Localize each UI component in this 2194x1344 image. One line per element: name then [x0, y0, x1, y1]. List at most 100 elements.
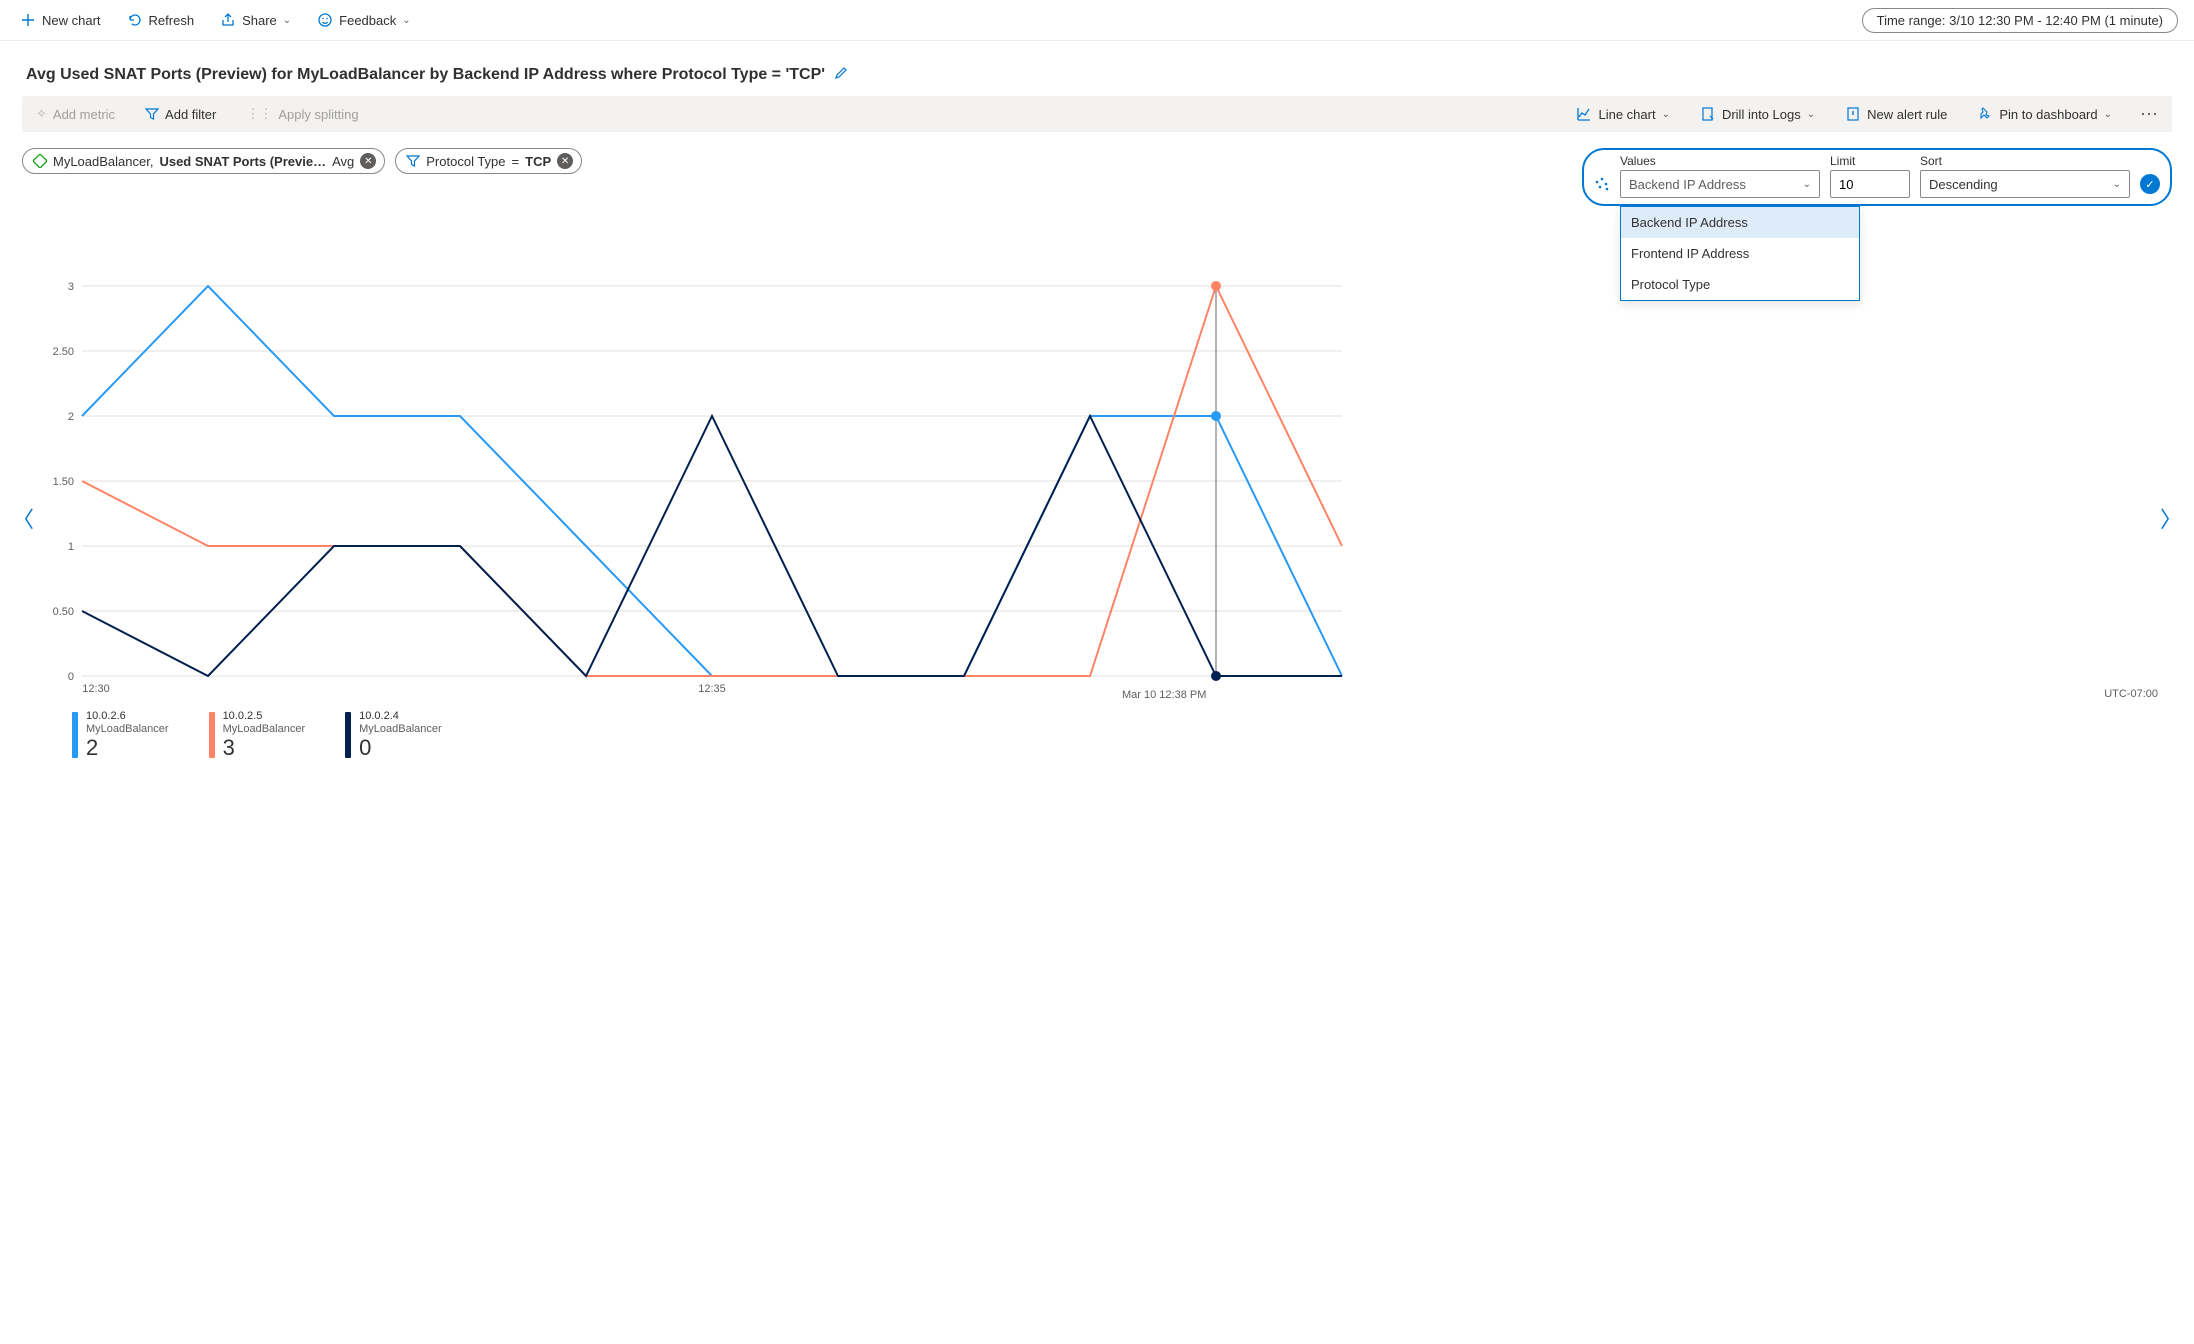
chart-legend: 10.0.2.6 MyLoadBalancer 2 10.0.2.5 MyLoa…: [22, 706, 2172, 761]
chart-plot[interactable]: 〈 〉 00.5011.5022.50312:3012:35 Mar 10 12…: [22, 276, 2172, 761]
legend-resource: MyLoadBalancer: [86, 723, 169, 736]
legend-resource: MyLoadBalancer: [223, 723, 306, 736]
split-option-frontend-ip[interactable]: Frontend IP Address: [1621, 238, 1859, 269]
add-metric-button[interactable]: ✧ Add metric: [30, 102, 121, 126]
legend-swatch: [72, 712, 78, 758]
pin-icon: [1977, 106, 1993, 122]
chevron-down-icon: ⌄: [402, 15, 410, 26]
edit-title-button[interactable]: [833, 65, 849, 84]
pills-row: MyLoadBalancer, Used SNAT Ports (Previe……: [22, 148, 2172, 206]
split-values-menu: Backend IP Address Frontend IP Address P…: [1620, 206, 1860, 301]
apply-splitting-label: Apply splitting: [278, 107, 358, 122]
smiley-icon: [317, 12, 333, 28]
split-sort-field: Sort Descending ⌄: [1920, 154, 2130, 198]
new-chart-button[interactable]: New chart: [16, 6, 105, 34]
svg-text:2: 2: [68, 411, 74, 423]
plus-icon: [20, 12, 36, 28]
legend-series-name: 10.0.2.5: [223, 710, 306, 723]
metric-pill[interactable]: MyLoadBalancer, Used SNAT Ports (Previe……: [22, 148, 385, 174]
filter-val: TCP: [525, 154, 551, 169]
sparkle-icon: ✧: [36, 106, 47, 122]
drill-logs-button[interactable]: Drill into Logs ⌄: [1694, 102, 1821, 126]
metric-resource: MyLoadBalancer,: [53, 154, 153, 169]
filter-op: =: [512, 154, 520, 169]
svg-text:1.50: 1.50: [53, 476, 74, 488]
feedback-button[interactable]: Feedback ⌄: [313, 6, 414, 34]
chevron-down-icon: ⌄: [1803, 179, 1811, 190]
legend-swatch: [345, 712, 351, 758]
split-values-field: Values Backend IP Address ⌄ Backend IP A…: [1620, 154, 1820, 198]
remove-metric-button[interactable]: ✕: [360, 153, 376, 169]
chevron-down-icon: ⌄: [1807, 109, 1815, 120]
timezone-label: UTC-07:00: [2104, 688, 2158, 700]
new-alert-label: New alert rule: [1867, 107, 1947, 122]
split-scatter-icon: [1594, 176, 1610, 192]
split-values-selected: Backend IP Address: [1629, 177, 1746, 192]
drill-logs-label: Drill into Logs: [1722, 107, 1801, 122]
chart-title-row: Avg Used SNAT Ports (Preview) for MyLoad…: [26, 65, 2172, 84]
share-icon: [220, 12, 236, 28]
new-chart-label: New chart: [42, 13, 101, 28]
chart-type-label: Line chart: [1598, 107, 1655, 122]
chart-toolbar: ✧ Add metric Add filter ⋮⋮ Apply splitti…: [22, 96, 2172, 132]
feedback-label: Feedback: [339, 13, 396, 28]
metric-agg: Avg: [332, 154, 354, 169]
svg-text:12:35: 12:35: [698, 683, 726, 695]
split-sort-value: Descending: [1929, 177, 1998, 192]
chart-title: Avg Used SNAT Ports (Preview) for MyLoad…: [26, 66, 825, 84]
top-toolbar: New chart Refresh Share ⌄ Feedback ⌄ Tim…: [0, 0, 2194, 41]
logs-icon: [1700, 106, 1716, 122]
line-chart-svg: 00.5011.5022.50312:3012:35: [22, 276, 1362, 706]
add-filter-label: Add filter: [165, 107, 216, 122]
legend-value: 2: [86, 735, 169, 760]
time-range-picker[interactable]: Time range: 3/10 12:30 PM - 12:40 PM (1 …: [1862, 8, 2178, 33]
split-limit-input[interactable]: [1830, 170, 1910, 198]
next-chart-button[interactable]: 〉: [2160, 502, 2182, 534]
alert-icon: [1845, 106, 1861, 122]
pin-dashboard-label: Pin to dashboard: [1999, 107, 2097, 122]
legend-swatch: [209, 712, 215, 758]
refresh-button[interactable]: Refresh: [123, 6, 199, 34]
add-metric-label: Add metric: [53, 107, 115, 122]
pin-dashboard-button[interactable]: Pin to dashboard ⌄: [1971, 102, 2118, 126]
new-alert-button[interactable]: New alert rule: [1839, 102, 1953, 126]
split-sort-dropdown[interactable]: Descending ⌄: [1920, 170, 2130, 198]
legend-series-name: 10.0.2.6: [86, 710, 169, 723]
split-config: Values Backend IP Address ⌄ Backend IP A…: [1582, 148, 2172, 206]
split-option-protocol-type[interactable]: Protocol Type: [1621, 269, 1859, 300]
filter-dim: Protocol Type: [426, 154, 505, 169]
svg-text:3: 3: [68, 281, 74, 293]
chart-type-button[interactable]: Line chart ⌄: [1570, 102, 1675, 126]
chevron-down-icon: ⌄: [2104, 109, 2112, 120]
apply-split-button[interactable]: ✓: [2140, 174, 2160, 194]
add-filter-button[interactable]: Add filter: [139, 103, 222, 126]
legend-resource: MyLoadBalancer: [359, 723, 442, 736]
legend-item[interactable]: 10.0.2.5 MyLoadBalancer 3: [209, 710, 306, 761]
legend-item[interactable]: 10.0.2.4 MyLoadBalancer 0: [345, 710, 442, 761]
legend-item[interactable]: 10.0.2.6 MyLoadBalancer 2: [72, 710, 169, 761]
chevron-down-icon: ⌄: [283, 15, 291, 26]
legend-value: 3: [223, 735, 306, 760]
cursor-timestamp: Mar 10 12:38 PM: [1122, 689, 1206, 701]
split-option-backend-ip[interactable]: Backend IP Address: [1621, 207, 1859, 238]
chevron-down-icon: ⌄: [2113, 179, 2121, 190]
svg-text:1: 1: [68, 541, 74, 553]
limit-label: Limit: [1830, 154, 1910, 168]
share-button[interactable]: Share ⌄: [216, 6, 295, 34]
remove-filter-button[interactable]: ✕: [557, 153, 573, 169]
legend-series-name: 10.0.2.4: [359, 710, 442, 723]
filter-icon: [145, 107, 159, 121]
prev-chart-button[interactable]: 〈: [12, 502, 34, 534]
split-values-dropdown[interactable]: Backend IP Address ⌄: [1620, 170, 1820, 198]
more-button[interactable]: ⋯: [2136, 104, 2164, 125]
line-chart-icon: [1576, 106, 1592, 122]
filter-pill[interactable]: Protocol Type = TCP ✕: [395, 148, 582, 174]
values-label: Values: [1620, 154, 1820, 168]
split-icon: ⋮⋮: [246, 106, 272, 122]
refresh-icon: [127, 12, 143, 28]
resource-icon: [33, 154, 47, 168]
refresh-label: Refresh: [149, 13, 195, 28]
apply-splitting-button[interactable]: ⋮⋮ Apply splitting: [240, 102, 364, 126]
split-limit-field: Limit: [1830, 154, 1910, 198]
svg-text:12:30: 12:30: [82, 683, 110, 695]
